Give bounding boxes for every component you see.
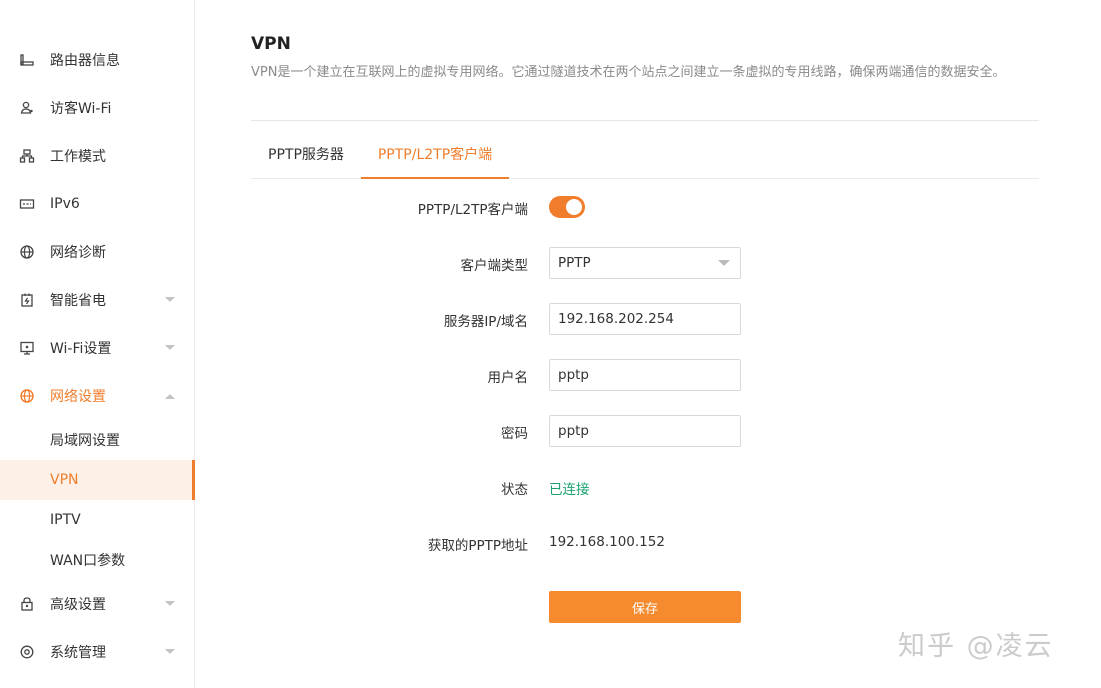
sidebar-item-label: 访客Wi-Fi <box>50 101 112 117</box>
server-input[interactable] <box>549 303 741 335</box>
power-saving-icon <box>18 291 36 309</box>
sidebar-item-wifi-settings[interactable]: Wi-Fi设置 <box>0 328 195 368</box>
sidebar-item-label: Wi-Fi设置 <box>50 341 112 357</box>
status-label: 状态 <box>501 482 528 498</box>
pptp-address-label: 获取的PPTP地址 <box>427 538 528 554</box>
sidebar-item-label: 系统管理 <box>50 645 106 661</box>
client-toggle-label: PPTP/L2TP客户端 <box>417 202 528 218</box>
sidebar-item-label: 高级设置 <box>50 597 106 613</box>
sidebar-item-work-mode[interactable]: 工作模式 <box>0 136 195 176</box>
page-description: VPN是一个建立在互联网上的虚拟专用网络。它通过隧道技术在两个站点之间建立一条虚… <box>251 65 1006 80</box>
sidebar-item-label: 网络诊断 <box>50 245 106 261</box>
sidebar-subitem-label: IPTV <box>50 512 81 528</box>
router-info-icon <box>18 51 36 69</box>
work-mode-icon <box>18 147 36 165</box>
tab-pptp-server[interactable]: PPTP服务器 <box>251 134 361 179</box>
sidebar-subitem-vpn[interactable]: VPN <box>0 460 195 500</box>
sidebar-item-power-saving[interactable]: 智能省电 <box>0 280 195 320</box>
sidebar-item-network-settings[interactable]: 网络设置 <box>0 376 195 416</box>
sidebar-subitem-iptv[interactable]: IPTV <box>0 500 195 540</box>
sidebar-item-system-management[interactable]: 系统管理 <box>0 632 195 672</box>
tab-pptp-l2tp-client[interactable]: PPTP/L2TP客户端 <box>361 134 509 179</box>
sidebar-item-label: 网络设置 <box>50 389 106 405</box>
sidebar-item-ipv6[interactable]: IPv6 <box>0 184 195 224</box>
sidebar-item-label: IPv6 <box>50 196 80 212</box>
client-type-select[interactable]: PPTP <box>549 247 741 279</box>
sidebar-subitem-wan-params[interactable]: WAN口参数 <box>0 540 195 580</box>
sidebar-item-advanced-settings[interactable]: 高级设置 <box>0 584 195 624</box>
status-value: 已连接 <box>549 482 590 498</box>
sidebar-subitem-label: 局域网设置 <box>50 433 120 449</box>
chevron-down-icon <box>165 345 175 350</box>
save-button[interactable]: 保存 <box>549 591 741 623</box>
password-input[interactable] <box>549 415 741 447</box>
client-type-value: PPTP <box>558 255 591 271</box>
dropdown-caret-icon <box>718 260 730 266</box>
advanced-settings-icon <box>18 595 36 613</box>
username-input[interactable] <box>549 359 741 391</box>
chevron-down-icon <box>165 297 175 302</box>
client-type-label: 客户端类型 <box>460 258 529 274</box>
sidebar-item-label: 智能省电 <box>50 293 106 309</box>
username-label: 用户名 <box>487 370 529 386</box>
tab-bar: PPTP服务器 PPTP/L2TP客户端 <box>251 134 1039 179</box>
sidebar-subitem-label: VPN <box>50 472 79 488</box>
sidebar-item-label: 工作模式 <box>50 149 106 165</box>
globe-icon <box>18 243 36 261</box>
client-toggle-switch[interactable] <box>549 196 585 218</box>
sidebar-item-label: 路由器信息 <box>50 53 120 69</box>
password-label: 密码 <box>501 426 528 442</box>
sidebar-subitem-label: WAN口参数 <box>50 553 126 569</box>
sidebar: 路由器信息 访客Wi-Fi 工作模式 IPv6 网络诊断 智能省电 Wi-Fi设… <box>0 0 195 688</box>
chevron-down-icon <box>165 601 175 606</box>
sidebar-item-guest-wifi[interactable]: 访客Wi-Fi <box>0 88 195 128</box>
chevron-down-icon <box>165 649 175 654</box>
network-globe-icon <box>18 387 36 405</box>
watermark-text: 知乎 @凌云 <box>898 631 1054 662</box>
sidebar-item-network-diagnosis[interactable]: 网络诊断 <box>0 232 195 272</box>
ipv6-icon <box>18 195 36 213</box>
guest-user-icon <box>18 99 36 117</box>
sidebar-item-router-info[interactable]: 路由器信息 <box>0 40 195 80</box>
toggle-knob <box>566 199 582 215</box>
wifi-settings-icon <box>18 339 36 357</box>
divider <box>251 120 1039 121</box>
server-label: 服务器IP/域名 <box>443 314 528 330</box>
system-management-icon <box>18 643 36 661</box>
page-title: VPN <box>251 34 291 54</box>
pptp-address-value: 192.168.100.152 <box>549 534 665 550</box>
chevron-up-icon <box>165 394 175 399</box>
sidebar-subitem-lan-settings[interactable]: 局域网设置 <box>0 420 195 460</box>
